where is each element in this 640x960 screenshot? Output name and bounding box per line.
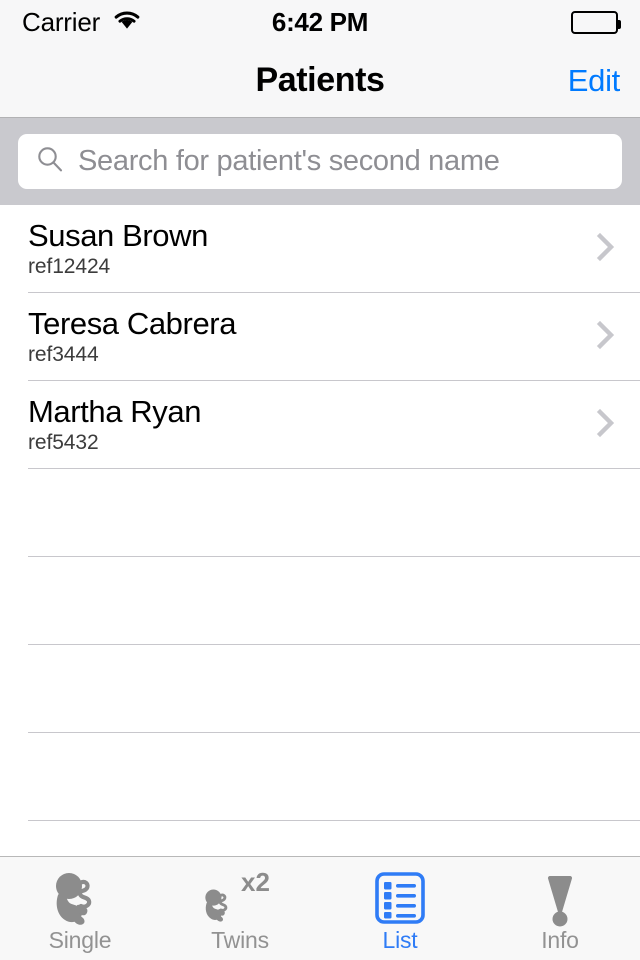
search-bar-container: Search for patient's second name: [0, 118, 640, 205]
fetus-icon: [49, 869, 111, 927]
battery-cap: [618, 19, 621, 29]
tab-label-twins: Twins: [211, 927, 269, 953]
exclamation-icon: [537, 869, 583, 927]
patient-name: Teresa Cabrera: [28, 305, 237, 341]
tab-label-single: Single: [48, 927, 112, 953]
status-bar-right: [571, 10, 621, 34]
table-row[interactable]: Susan Brown ref12424: [0, 205, 640, 293]
row-text: Martha Ryan ref5432: [28, 393, 202, 456]
patient-list: Susan Brown ref12424 Teresa Cabrera ref3…: [0, 205, 640, 856]
empty-row: [0, 469, 640, 557]
tab-bar: Single x2 Twins List Info: [0, 856, 640, 960]
patient-ref: ref12424: [28, 255, 111, 279]
wifi-icon: [112, 9, 142, 36]
app-screen: Carrier 6:42 PM Patients Edit Search for…: [0, 0, 640, 960]
patient-ref: ref5432: [28, 431, 99, 455]
tab-label-info: Info: [541, 927, 579, 953]
patient-name: Martha Ryan: [28, 393, 202, 429]
empty-row: [0, 557, 640, 645]
status-bar: Carrier 6:42 PM: [0, 0, 640, 44]
search-input[interactable]: Search for patient's second name: [18, 134, 622, 189]
edit-button[interactable]: Edit: [568, 63, 621, 99]
empty-row: [0, 733, 640, 821]
page-title: Patients: [255, 61, 385, 99]
fetus-x2-icon: x2: [203, 869, 277, 927]
chevron-right-icon: [594, 404, 618, 447]
list-bullet-icon: [372, 869, 428, 927]
svg-text:x2: x2: [241, 869, 270, 897]
chevron-right-icon: [594, 228, 618, 271]
empty-row: [0, 645, 640, 733]
search-placeholder: Search for patient's second name: [78, 145, 500, 177]
row-text: Teresa Cabrera ref3444: [28, 305, 237, 368]
tab-single[interactable]: Single: [0, 857, 160, 960]
empty-row: [0, 821, 640, 856]
tab-list[interactable]: List: [320, 857, 480, 960]
table-row[interactable]: Martha Ryan ref5432: [0, 381, 640, 469]
tab-twins[interactable]: x2 Twins: [160, 857, 320, 960]
tab-info[interactable]: Info: [480, 857, 640, 960]
status-bar-left: Carrier: [22, 7, 142, 38]
tab-label-list: List: [382, 927, 418, 953]
row-text: Susan Brown ref12424: [28, 217, 208, 280]
navigation-bar: Patients Edit: [0, 44, 640, 118]
patient-name: Susan Brown: [28, 217, 208, 253]
table-row[interactable]: Teresa Cabrera ref3444: [0, 293, 640, 381]
chevron-right-icon: [594, 316, 618, 359]
battery-full-icon: [571, 10, 621, 34]
patient-ref: ref3444: [28, 343, 99, 367]
search-icon: [36, 145, 64, 178]
carrier-label: Carrier: [22, 6, 101, 37]
